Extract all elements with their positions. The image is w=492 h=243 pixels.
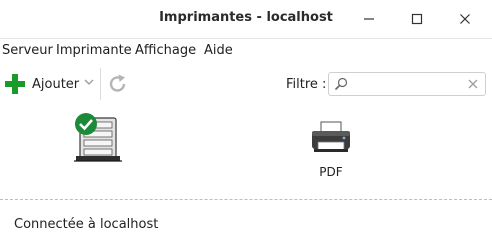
filter-label: Filtre :	[286, 77, 327, 92]
refresh-icon[interactable]	[107, 73, 129, 95]
filter-input[interactable]	[351, 75, 461, 93]
printer-icon	[312, 121, 350, 152]
title-bar: Imprimantes - localhost	[0, 0, 492, 38]
status-divider	[0, 199, 492, 200]
printer-name-pdf: PDF	[319, 165, 343, 179]
close-button[interactable]	[452, 6, 478, 32]
close-icon	[460, 14, 470, 24]
maximize-button[interactable]	[404, 6, 430, 32]
printer-item-default[interactable]	[70, 112, 126, 166]
menu-bar: Serveur Imprimante Affichage Aide	[0, 38, 492, 63]
plus-icon	[5, 74, 25, 94]
menu-imprimante[interactable]: Imprimante	[56, 43, 132, 58]
add-button-label: Ajouter	[32, 76, 80, 92]
menu-aide[interactable]: Aide	[204, 43, 233, 58]
filter-field[interactable]	[328, 72, 486, 96]
menu-affichage[interactable]: Affichage	[135, 43, 196, 58]
default-check-icon	[75, 113, 97, 135]
maximize-icon	[411, 13, 423, 25]
minimize-icon	[364, 18, 374, 20]
toolbar-separator	[100, 68, 101, 100]
search-icon	[334, 77, 348, 91]
chevron-down-icon[interactable]	[83, 76, 95, 88]
clear-icon[interactable]	[467, 78, 479, 90]
status-text: Connectée à localhost	[14, 217, 159, 232]
add-button[interactable]: Ajouter	[4, 71, 79, 97]
minimize-button[interactable]	[356, 6, 382, 32]
printer-item-pdf[interactable]	[308, 118, 354, 158]
toolbar: Ajouter Filtre :	[0, 62, 492, 106]
menu-serveur[interactable]: Serveur	[2, 43, 53, 58]
